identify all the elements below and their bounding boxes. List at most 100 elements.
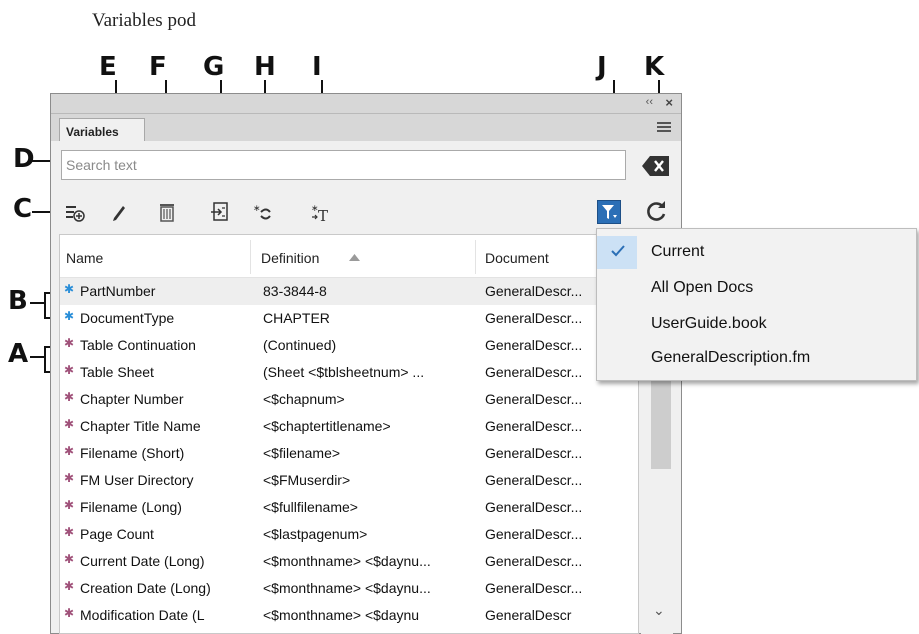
cell-document: GeneralDescr... (485, 526, 583, 542)
tab-strip: Variables (51, 114, 681, 141)
system-variable-icon: ✱ (64, 444, 75, 458)
cell-name: PartNumber (80, 283, 156, 299)
table-row[interactable]: ✱ Page Count <$lastpagenum> GeneralDescr... (60, 521, 638, 548)
system-variable-icon: ✱ (64, 417, 75, 431)
svg-text:∗: ∗ (253, 204, 261, 214)
cell-name: FM User Directory (80, 472, 194, 488)
cell-document: GeneralDescr... (485, 310, 583, 326)
table-row[interactable]: ✱ Creation Date (Long) <$monthname> <$dayn… (60, 575, 638, 602)
cell-name: Page Count (80, 526, 154, 542)
close-icon[interactable]: × (665, 95, 673, 110)
edit-pencil-icon[interactable] (107, 200, 131, 224)
cell-name: Filename (Long) (80, 499, 182, 515)
menu-item-generaldescription-fm[interactable]: GeneralDescription.fm (597, 342, 916, 375)
convert-variable-icon[interactable]: ∗ (251, 200, 275, 224)
collapse-icon[interactable]: ‹‹ (646, 96, 653, 108)
table-row[interactable]: ✱ Chapter Title Name <$chaptertitlename> Ge… (60, 413, 638, 440)
cell-definition: CHAPTER (263, 310, 330, 326)
table-row[interactable]: ✱ Modification Date (L <$monthname> <$dayn… (60, 602, 638, 629)
leader-b-bracket (44, 292, 46, 319)
variables-pod: ‹‹ × Variables Search text ∗ ∗ T Name Def… (50, 93, 682, 634)
cell-name: Chapter Title Name (80, 418, 201, 434)
cell-definition: <$fullfilename> (263, 499, 358, 515)
pod-titlebar[interactable]: ‹‹ × (51, 94, 681, 114)
system-variable-icon: ✱ (64, 552, 75, 566)
leader-a-bracket (44, 346, 46, 373)
leader-b (30, 302, 45, 304)
user-variable-icon: ✱ (64, 309, 75, 323)
add-variable-icon[interactable] (63, 200, 87, 224)
callout-a: A (8, 339, 29, 369)
column-document[interactable]: Document (485, 250, 549, 266)
callout-e: E (99, 52, 117, 82)
cell-definition: <$monthname> <$daynu... (263, 553, 431, 569)
column-name[interactable]: Name (66, 250, 103, 266)
cell-definition: <$lastpagenum> (263, 526, 368, 542)
clear-search-icon[interactable] (641, 155, 671, 177)
table-row[interactable]: ✱ PartNumber 83-3844-8 GeneralDescr... (60, 278, 638, 305)
cell-document: GeneralDescr (485, 607, 572, 623)
table-row[interactable]: ✱ Table Sheet (Sheet <$tblsheetnum> ... Gen… (60, 359, 638, 386)
table-row[interactable]: ✱ Current Date (Long) <$monthname> <$daynu… (60, 548, 638, 575)
cell-document: GeneralDescr... (485, 472, 583, 488)
menu-item-userguide-book[interactable]: UserGuide.book (597, 308, 916, 341)
table-row[interactable]: ✱ Filename (Short) <$filename> GeneralDescr… (60, 440, 638, 467)
system-variable-icon: ✱ (64, 471, 75, 485)
svg-text:T: T (318, 207, 328, 223)
cell-document: GeneralDescr... (485, 553, 583, 569)
tab-variables[interactable]: Variables (59, 118, 145, 141)
system-variable-icon: ✱ (64, 336, 75, 350)
cell-definition: <$chaptertitlename> (263, 418, 391, 434)
cell-definition: 83-3844-8 (263, 283, 327, 299)
cell-document: GeneralDescr... (485, 337, 583, 353)
insert-text-icon[interactable]: ∗ T (309, 200, 333, 224)
filter-dropdown-menu: Current All Open Docs UserGuide.book Gen… (596, 228, 917, 381)
user-variable-icon: ✱ (64, 282, 75, 296)
table-row[interactable]: ✱ Table Continuation (Continued) GeneralDes… (60, 332, 638, 359)
cell-name: Table Continuation (80, 337, 196, 353)
search-input[interactable]: Search text (61, 150, 626, 180)
callout-b: B (8, 286, 28, 316)
cell-definition: <$chapnum> (263, 391, 345, 407)
system-variable-icon: ✱ (64, 363, 75, 377)
cell-definition: <$FMuserdir> (263, 472, 351, 488)
figure-caption: Variables pod (92, 10, 196, 31)
callout-g: G (203, 52, 225, 82)
checkmark-icon (611, 245, 625, 257)
cell-name: Modification Date (L (80, 607, 205, 623)
menu-item-current[interactable]: Current (597, 236, 916, 269)
cell-definition: (Continued) (263, 337, 337, 353)
cell-name: Filename (Short) (80, 445, 185, 461)
menu-item-all-open-docs[interactable]: All Open Docs (597, 272, 916, 305)
cell-name: DocumentType (80, 310, 175, 326)
table-row[interactable]: ✱ Filename (Long) <$fullfilename> GeneralDe… (60, 494, 638, 521)
callout-j: J (597, 52, 607, 82)
delete-trash-icon[interactable] (155, 200, 179, 224)
import-icon[interactable] (208, 200, 232, 224)
cell-definition: <$monthname> <$daynu (263, 607, 420, 623)
table-row[interactable]: ✱ Chapter Number <$chapnum> GeneralDescr... (60, 386, 638, 413)
system-variable-icon: ✱ (64, 390, 75, 404)
filter-icon[interactable] (597, 200, 621, 224)
cell-definition: (Sheet <$tblsheetnum> ... (263, 364, 425, 380)
callout-c: C (13, 194, 33, 224)
cell-document: GeneralDescr... (485, 445, 583, 461)
cell-document: GeneralDescr... (485, 283, 583, 299)
sort-ascending-icon (349, 254, 360, 261)
table-row[interactable]: ✱ DocumentType CHAPTER GeneralDescr... (60, 305, 638, 332)
leader-a (30, 356, 45, 358)
scroll-down-icon[interactable]: ⌄ (653, 602, 665, 619)
system-variable-icon: ✱ (64, 525, 75, 539)
variables-list: Name Definition Document ✱ PartNumber 83-3… (59, 234, 639, 634)
table-row[interactable]: ✱ FM User Directory <$FMuserdir> GeneralDes… (60, 467, 638, 494)
column-definition[interactable]: Definition (261, 250, 319, 266)
cell-name: Chapter Number (80, 391, 184, 407)
cell-definition: <$filename> (263, 445, 341, 461)
callout-i: I (312, 52, 322, 82)
panel-menu-icon[interactable] (657, 122, 671, 134)
cell-name: Creation Date (Long) (80, 580, 211, 596)
refresh-icon[interactable] (643, 198, 669, 224)
cell-document: GeneralDescr... (485, 580, 583, 596)
callout-f: F (149, 52, 167, 82)
system-variable-icon: ✱ (64, 579, 75, 593)
